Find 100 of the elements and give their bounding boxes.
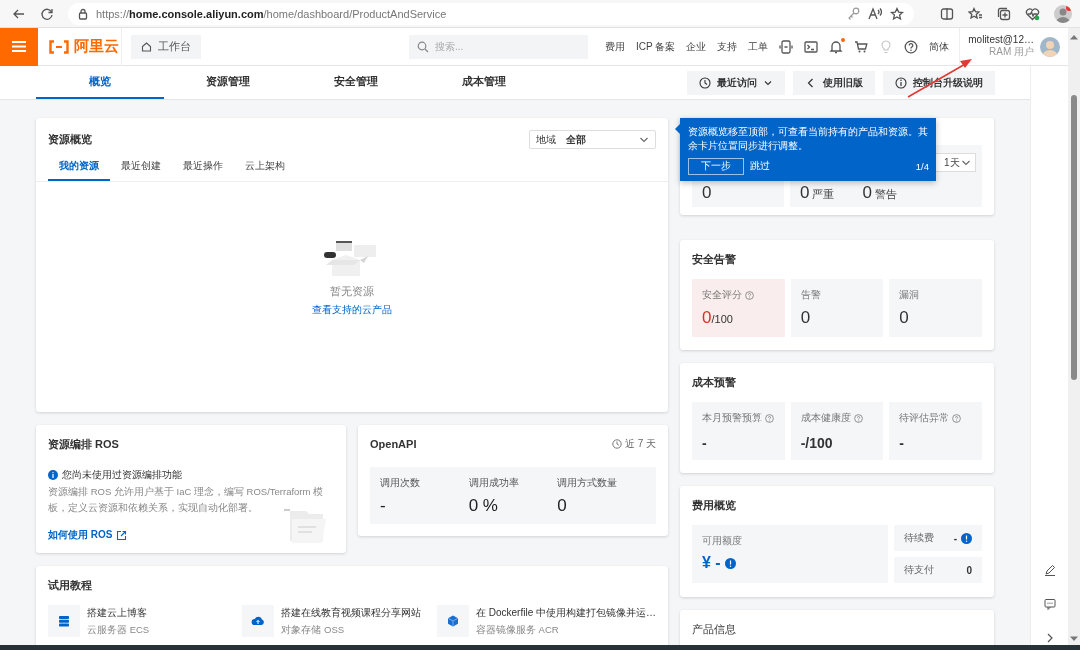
tab[interactable]: 最近创建 bbox=[110, 153, 172, 181]
tutorial-link[interactable]: 在 Dockerfile 中使用构建打包镜像并运… bbox=[476, 605, 656, 620]
nav-link[interactable]: 费用 bbox=[605, 39, 625, 54]
clock-icon bbox=[611, 439, 622, 449]
scrollbar-thumb[interactable] bbox=[1071, 95, 1077, 380]
metric-value: - bbox=[899, 435, 904, 451]
level-count: 0 bbox=[862, 183, 872, 203]
metric-suffix: /100 bbox=[711, 313, 733, 325]
key-icon[interactable] bbox=[847, 7, 860, 20]
scroll-up-icon bbox=[1070, 34, 1078, 40]
search-field[interactable]: 搜索... bbox=[409, 34, 588, 59]
menu-button[interactable] bbox=[0, 27, 38, 66]
tutorial-link[interactable]: 搭建云上博客 bbox=[87, 605, 150, 620]
billing-label: 待支付 bbox=[904, 563, 934, 577]
level-label: 严重 bbox=[812, 187, 835, 202]
metric-label: 告警 bbox=[800, 289, 821, 302]
home-icon bbox=[141, 41, 152, 52]
help-icon bbox=[765, 414, 774, 423]
cube-icon bbox=[446, 614, 460, 628]
metric-value: 0 bbox=[557, 496, 568, 516]
logo-text: 阿里云 bbox=[74, 37, 119, 56]
cloud-upload-icon bbox=[251, 614, 266, 628]
bracket-logo-icon bbox=[48, 39, 70, 54]
metric-label: 本月预警预算 bbox=[702, 412, 762, 425]
scroll-down-icon bbox=[1070, 636, 1078, 642]
nav-link[interactable]: 工单 bbox=[748, 39, 769, 54]
region-select[interactable]: 地域 全部 bbox=[529, 130, 656, 149]
description-text: 资源编排 ROS 允许用户基于 IaC 理念，编写 ROS/Terraform 模板，定义云资源和依赖关系，实现自动化部署。 bbox=[48, 485, 325, 515]
url-text: https://home.console.aliyun.com/home/dashboard/ProductAndService bbox=[96, 7, 448, 20]
collections-icon[interactable] bbox=[997, 6, 1011, 21]
reload-icon[interactable] bbox=[40, 6, 54, 21]
card-title: 安全告警 bbox=[692, 252, 737, 267]
tutorial-link[interactable]: 搭建在线教育视频课程分享网站 bbox=[281, 605, 422, 620]
skip-link[interactable]: 跳过 bbox=[750, 160, 770, 173]
metric-value: 0 % bbox=[468, 496, 499, 516]
metric-value: - bbox=[380, 496, 387, 516]
billing-value: - bbox=[953, 532, 957, 544]
read-aloud-icon[interactable] bbox=[868, 7, 882, 20]
workbench-button[interactable]: 工作台 bbox=[131, 34, 201, 59]
metric-label: 可用额度 bbox=[702, 535, 743, 548]
level-count: 0 bbox=[800, 183, 810, 203]
lock-icon bbox=[78, 7, 88, 20]
tab[interactable]: 成本管理 bbox=[420, 66, 548, 99]
billing-label: 待续费 bbox=[904, 531, 934, 545]
product-name: 对象存储 OSS bbox=[281, 623, 346, 637]
feedback-icon[interactable] bbox=[1043, 598, 1056, 610]
info-icon bbox=[961, 532, 972, 544]
metric-value: 0 bbox=[800, 308, 811, 328]
notification-dot bbox=[841, 37, 846, 42]
metric-value: -/100 bbox=[800, 435, 833, 451]
card-title: 资源编排 ROS bbox=[48, 437, 120, 452]
metric-label: 调用次数 bbox=[380, 477, 421, 490]
products-link[interactable]: 查看支持的云产品 bbox=[312, 303, 392, 317]
metric-value: 0 bbox=[702, 308, 712, 328]
tab[interactable]: 云上架构 bbox=[234, 153, 296, 181]
info-icon[interactable] bbox=[895, 76, 907, 89]
tab[interactable]: 安全管理 bbox=[292, 66, 420, 99]
hamburger-menu-icon bbox=[11, 40, 27, 53]
server-icon bbox=[57, 614, 71, 628]
help-icon[interactable] bbox=[904, 39, 919, 54]
product-name: 云服务器 ECS bbox=[87, 623, 150, 637]
address-bar[interactable]: https://home.console.aliyun.com/home/dashboard/ProductAndService bbox=[68, 2, 914, 25]
tab[interactable]: 最近操作 bbox=[172, 153, 234, 181]
card-title: 资源概览 bbox=[48, 132, 92, 147]
tab[interactable]: 我的资源 bbox=[48, 153, 110, 181]
tab[interactable]: 资源管理 bbox=[164, 66, 292, 99]
metric-label: 待评估异常 bbox=[899, 412, 950, 425]
card-title: 产品信息 bbox=[692, 622, 737, 637]
metric-label: 成本健康度 bbox=[800, 412, 851, 425]
star-icon[interactable] bbox=[890, 6, 904, 21]
level-label: 警告 bbox=[874, 187, 897, 202]
card-title: 成本预警 bbox=[692, 375, 737, 390]
cart-icon[interactable] bbox=[854, 39, 869, 54]
info-icon bbox=[48, 470, 58, 480]
tab-action-button[interactable]: 最近访问 bbox=[687, 70, 785, 95]
phone-icon[interactable] bbox=[779, 39, 794, 54]
favorites-icon[interactable] bbox=[968, 6, 983, 21]
terminal-icon[interactable] bbox=[804, 39, 819, 54]
card-title: OpenAPI bbox=[370, 438, 417, 450]
step-counter: 1/4 bbox=[915, 161, 929, 172]
nav-link[interactable]: 支持 bbox=[717, 39, 738, 54]
metric-value: - bbox=[702, 435, 707, 451]
clock-icon[interactable] bbox=[699, 76, 711, 89]
profile-avatar[interactable] bbox=[1054, 4, 1072, 23]
split-screen-icon[interactable] bbox=[940, 6, 954, 21]
nav-link[interactable]: 简体 bbox=[929, 39, 950, 54]
product-name: 容器镜像服务 ACR bbox=[476, 623, 560, 637]
nav-link[interactable]: 企业 bbox=[686, 39, 707, 54]
edit-icon[interactable] bbox=[1043, 564, 1056, 576]
notice-text: 您尚未使用过资源编排功能 bbox=[62, 468, 182, 482]
balance-value: ¥ - bbox=[702, 554, 721, 572]
tab-action-button[interactable]: 使用旧版 bbox=[793, 70, 875, 95]
card-title: 试用教程 bbox=[48, 578, 93, 593]
heart-pulse-icon[interactable] bbox=[1025, 6, 1040, 21]
next-step-button[interactable]: 下一步 bbox=[688, 158, 744, 175]
nav-link[interactable]: ICP 备案 bbox=[636, 39, 676, 54]
help-icon bbox=[745, 291, 754, 300]
user-name[interactable]: molitest@12… bbox=[968, 34, 1034, 45]
bell-icon[interactable] bbox=[829, 39, 844, 54]
help-link[interactable]: 如何使用 ROS bbox=[48, 528, 128, 542]
